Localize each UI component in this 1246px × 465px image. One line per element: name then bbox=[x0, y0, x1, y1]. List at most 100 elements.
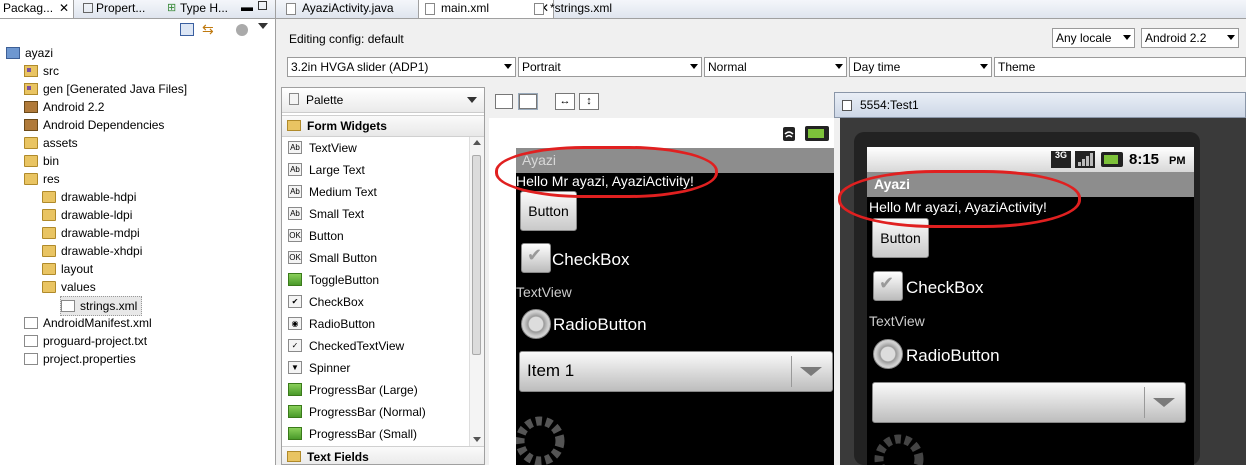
java-file-icon bbox=[286, 3, 296, 15]
emulator-radiobutton[interactable] bbox=[873, 339, 903, 369]
toggle-fill-width-icon[interactable]: ↔ bbox=[555, 93, 575, 110]
battery-icon bbox=[805, 126, 829, 141]
widget-icon: OK bbox=[288, 251, 302, 264]
minimize-icon[interactable]: ▬ bbox=[241, 0, 253, 14]
tree-item[interactable]: src bbox=[24, 62, 59, 80]
project-icon bbox=[6, 47, 20, 59]
tree-item[interactable]: layout bbox=[42, 260, 93, 278]
palette-item[interactable]: ProgressBar (Normal) bbox=[282, 401, 468, 423]
palette-item[interactable]: OK Small Button bbox=[282, 247, 468, 269]
folder-icon bbox=[287, 451, 301, 462]
tab-ayazi-activity[interactable]: AyaziActivity.java bbox=[280, 0, 436, 18]
emulator-checkbox[interactable] bbox=[873, 271, 903, 301]
palette-header[interactable]: Palette bbox=[282, 88, 484, 113]
palette-icon bbox=[289, 93, 299, 105]
tree-item[interactable]: Android 2.2 bbox=[24, 98, 104, 116]
tree-item[interactable]: proguard-project.txt bbox=[24, 332, 147, 350]
category-form-widgets[interactable]: Form Widgets bbox=[282, 115, 484, 137]
tree-item[interactable]: Android Dependencies bbox=[24, 116, 164, 134]
collapse-all-icon[interactable] bbox=[180, 23, 194, 36]
tree-item[interactable]: strings.xml bbox=[60, 296, 143, 316]
tree-item[interactable]: project.properties bbox=[24, 350, 136, 368]
folder-icon bbox=[42, 209, 56, 221]
emulator-status-bar: 3G 8:15 PM bbox=[867, 147, 1194, 172]
tab-package-explorer[interactable]: Packag... ✕ bbox=[0, 0, 74, 18]
radiobutton-widget[interactable] bbox=[521, 309, 551, 339]
wifi-icon bbox=[782, 125, 796, 143]
tab-strings-xml[interactable]: *strings.xml bbox=[528, 0, 650, 18]
tree-item[interactable]: drawable-hdpi bbox=[42, 188, 136, 206]
category-text-fields[interactable]: Text Fields bbox=[282, 446, 484, 464]
orientation-select[interactable]: Portrait bbox=[518, 57, 702, 77]
night-mode-select[interactable]: Day time bbox=[849, 57, 992, 77]
scroll-thumb[interactable] bbox=[472, 155, 481, 355]
editing-config-label: Editing config: default bbox=[289, 32, 404, 46]
emulator-spinner[interactable] bbox=[872, 382, 1186, 423]
chevron-down-icon bbox=[690, 64, 698, 69]
widget-icon bbox=[288, 427, 302, 440]
scroll-up-icon[interactable] bbox=[473, 140, 481, 145]
locale-select[interactable]: Any locale bbox=[1052, 28, 1135, 48]
palette-item[interactable]: ▼ Spinner bbox=[282, 357, 468, 379]
tree-item-label: drawable-ldpi bbox=[61, 208, 133, 222]
theme-select[interactable]: Theme bbox=[994, 57, 1246, 77]
tree-item[interactable]: drawable-xhdpi bbox=[42, 242, 142, 260]
palette-item[interactable]: Ab Small Text bbox=[282, 203, 468, 225]
tab-type-hierarchy[interactable]: ⊞ Type H... bbox=[164, 0, 234, 18]
close-icon[interactable]: ✕ bbox=[59, 0, 69, 17]
tree-item-label: strings.xml bbox=[80, 299, 138, 313]
palette-item[interactable]: ProgressBar (Large) bbox=[282, 379, 468, 401]
palette-item-label: ToggleButton bbox=[309, 273, 380, 287]
annotation-circle bbox=[495, 146, 718, 198]
maximize-icon[interactable] bbox=[258, 1, 267, 10]
layout-vertical-icon[interactable] bbox=[518, 93, 538, 110]
tree-item[interactable]: gen [Generated Java Files] bbox=[24, 80, 187, 98]
palette-item[interactable]: ✓ CheckedTextView bbox=[282, 335, 468, 357]
tree-item[interactable]: values bbox=[42, 278, 96, 296]
tree-item[interactable]: bin bbox=[24, 152, 59, 170]
status-bar bbox=[516, 121, 834, 148]
emulator-title-bar[interactable]: 5554:Test1 bbox=[834, 92, 1246, 118]
tree-item[interactable]: drawable-mdpi bbox=[42, 224, 140, 242]
tree-item[interactable]: assets bbox=[24, 134, 78, 152]
palette-item[interactable]: Ab TextView bbox=[282, 137, 468, 159]
device-select[interactable]: 3.2in HVGA slider (ADP1) bbox=[287, 57, 516, 77]
palette-item[interactable]: Ab Large Text bbox=[282, 159, 468, 181]
tab-label: *strings.xml bbox=[550, 1, 613, 15]
layout-horizontal-icon[interactable] bbox=[495, 94, 513, 109]
dock-mode-value: Normal bbox=[708, 60, 747, 74]
xml-file-icon bbox=[534, 3, 544, 15]
tree-item-label: assets bbox=[43, 136, 78, 150]
widget-icon: Ab bbox=[288, 207, 302, 220]
checkbox-widget[interactable] bbox=[521, 243, 551, 273]
palette-item[interactable]: Ab Medium Text bbox=[282, 181, 468, 203]
source-folder-icon bbox=[24, 83, 38, 95]
palette-item-label: ProgressBar (Large) bbox=[309, 383, 418, 397]
palette-item-label: Medium Text bbox=[309, 185, 377, 199]
link-with-editor-icon[interactable]: ⇆ bbox=[202, 22, 214, 36]
chevron-down-icon[interactable] bbox=[467, 97, 477, 103]
package-explorer: Packag... ✕ Propert... ⊞ Type H... ▬ ⇆ a… bbox=[0, 0, 276, 465]
palette-item[interactable]: OK Button bbox=[282, 225, 468, 247]
dock-mode-select[interactable]: Normal bbox=[704, 57, 847, 77]
theme-value: Theme bbox=[998, 60, 1036, 74]
tree-item[interactable]: drawable-ldpi bbox=[42, 206, 132, 224]
tree-item[interactable]: res bbox=[24, 170, 60, 188]
chevron-down-icon bbox=[504, 64, 512, 69]
tab-properties[interactable]: Propert... bbox=[80, 0, 166, 18]
scroll-down-icon[interactable] bbox=[473, 437, 481, 442]
palette-item[interactable]: ProgressBar (Small) bbox=[282, 423, 468, 445]
palette-item[interactable]: ✔ CheckBox bbox=[282, 291, 468, 313]
palette-item[interactable]: ◉ RadioButton bbox=[282, 313, 468, 335]
toggle-fill-height-icon[interactable]: ↕ bbox=[579, 93, 599, 110]
tree-item-label: res bbox=[43, 172, 60, 186]
android-icon[interactable] bbox=[236, 24, 248, 36]
tree-item[interactable]: AndroidManifest.xml bbox=[24, 314, 152, 332]
spinner-widget[interactable]: Item 1 bbox=[519, 351, 833, 392]
api-select[interactable]: Android 2.2 bbox=[1141, 28, 1239, 48]
view-menu-icon[interactable] bbox=[258, 23, 268, 29]
palette-scrollbar[interactable] bbox=[469, 137, 484, 447]
tree-item[interactable]: ayazi bbox=[6, 44, 53, 62]
palette-item[interactable]: ToggleButton bbox=[282, 269, 468, 291]
emulator-radiobutton-label: RadioButton bbox=[906, 346, 1000, 365]
